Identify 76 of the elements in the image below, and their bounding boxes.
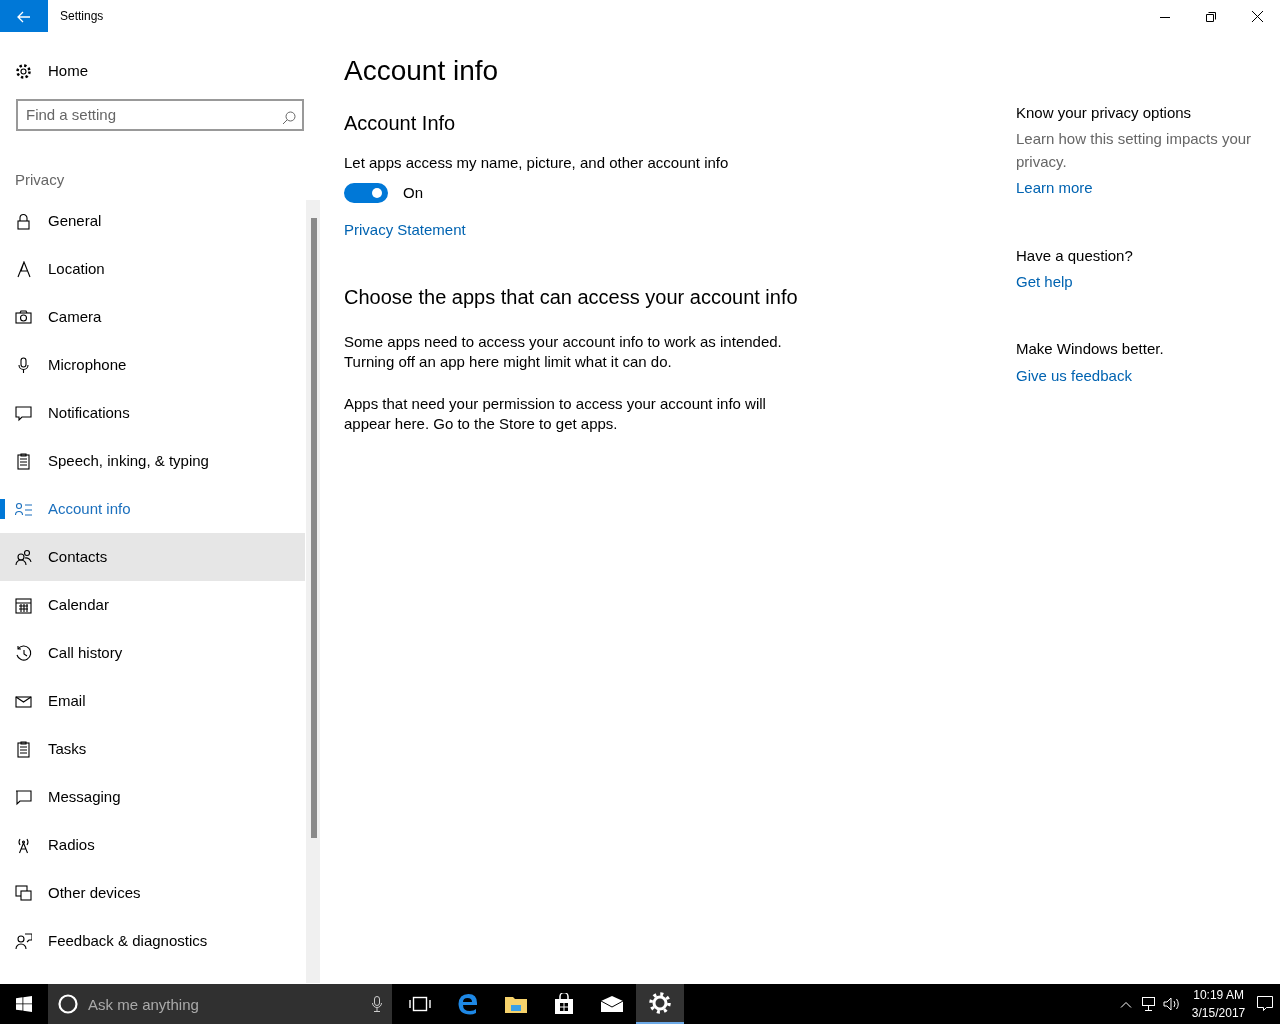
search-field[interactable]: Find a setting xyxy=(16,98,304,131)
taskbar-search-field[interactable]: Ask me anything xyxy=(48,984,392,1024)
sidebar-item[interactable]: Feedback & diagnostics xyxy=(0,917,305,966)
back-arrow-icon xyxy=(17,10,31,23)
help-link[interactable]: Give us feedback xyxy=(1016,366,1132,384)
help-link[interactable]: Learn more xyxy=(1016,179,1093,196)
clock-date[interactable]: 3/15/2017 xyxy=(1191,1004,1246,1022)
sidebar-item[interactable]: Camera xyxy=(0,293,305,342)
description-text: Apps that need your permission to access your account info will appear here. Go to the Store to get apps. xyxy=(344,394,767,435)
section-heading: Choose the apps that can access your account info xyxy=(344,284,799,310)
clipboard-icon xyxy=(15,452,32,470)
chat-bubble-icon xyxy=(15,788,32,806)
windows-logo-icon xyxy=(16,996,32,1012)
notification-icon[interactable] xyxy=(1256,996,1273,1012)
aside-heading: Have a question? xyxy=(1016,245,1134,266)
network-icon xyxy=(1139,997,1156,1011)
sidebar-item[interactable]: Other devices xyxy=(0,869,305,918)
clipboard-icon xyxy=(15,740,32,758)
search-icon xyxy=(282,110,296,125)
clock-time[interactable]: 10:19 AM xyxy=(1191,986,1246,1004)
aside-heading: Make Windows better. xyxy=(1016,339,1165,360)
feedback-person-icon xyxy=(15,932,32,950)
calendar-icon xyxy=(15,596,32,614)
home-link[interactable]: Home xyxy=(0,47,305,95)
devices-icon xyxy=(15,884,32,902)
speaker-icon xyxy=(1162,997,1181,1011)
sidebar-item[interactable]: Microphone xyxy=(0,341,305,390)
microphone-icon xyxy=(372,996,382,1012)
people-icon xyxy=(15,548,32,566)
sidebar-item[interactable]: Messaging xyxy=(0,773,305,822)
toggle-label: Let apps access my name, picture, and other account info xyxy=(344,152,730,173)
folder-icon xyxy=(503,994,528,1014)
toggle-state: On xyxy=(403,182,423,203)
scrollbar[interactable] xyxy=(306,200,320,983)
camera-icon xyxy=(15,308,32,326)
history-icon xyxy=(15,644,32,662)
sidebar-item[interactable]: Calendar xyxy=(0,581,305,630)
sidebar-item[interactable]: Call history xyxy=(0,629,305,678)
sidebar-item[interactable]: Location xyxy=(0,245,305,294)
settings-icon xyxy=(15,62,32,80)
chevron-up-icon xyxy=(1119,1000,1132,1008)
antenna-icon xyxy=(15,836,32,854)
back-button[interactable] xyxy=(0,0,48,32)
sidebar-item[interactable]: Tasks xyxy=(0,725,305,774)
envelope-icon xyxy=(599,995,624,1013)
taskbar-app-button[interactable] xyxy=(635,984,684,1024)
toggle-switch[interactable] xyxy=(344,182,388,203)
aside-text: Learn how this setting impacts your privacy. xyxy=(1016,129,1253,172)
location-pin-icon xyxy=(15,260,32,278)
message-icon xyxy=(15,404,32,422)
aside-heading: Know your privacy options xyxy=(1016,103,1193,123)
sidebar-item[interactable]: Email xyxy=(0,677,305,726)
section-heading: Account Info xyxy=(344,110,457,136)
task-view-icon xyxy=(408,996,431,1012)
sidebar-item[interactable]: Account info xyxy=(0,485,305,534)
contact-list-icon xyxy=(15,500,32,518)
sidebar-item[interactable]: General xyxy=(0,197,305,246)
circle-icon xyxy=(58,994,78,1014)
shopping-bag-icon xyxy=(553,993,574,1015)
microphone-icon xyxy=(15,356,32,374)
browser-e-icon xyxy=(456,993,479,1015)
help-link[interactable]: Get help xyxy=(1016,272,1073,290)
window-title: Settings xyxy=(59,8,104,25)
close-icon xyxy=(1251,11,1263,23)
privacy-statement-link[interactable]: Privacy Statement xyxy=(344,221,466,239)
settings-icon xyxy=(648,992,671,1014)
sidebar-item[interactable]: Notifications xyxy=(0,389,305,438)
description-text: Some apps need to access your account info to work as intended. Turning off an app here might limit what it can do. xyxy=(344,331,783,372)
sidebar-item[interactable]: Radios xyxy=(0,821,305,870)
lock-icon xyxy=(15,212,32,230)
scrollbar-thumb[interactable] xyxy=(311,218,317,838)
section-label: Privacy xyxy=(14,169,66,190)
sidebar-item[interactable]: Contacts xyxy=(0,533,305,582)
sidebar-item[interactable]: Speech, inking, & typing xyxy=(0,437,305,486)
page-title: Account info xyxy=(344,54,500,88)
restore-icon xyxy=(1206,11,1216,22)
